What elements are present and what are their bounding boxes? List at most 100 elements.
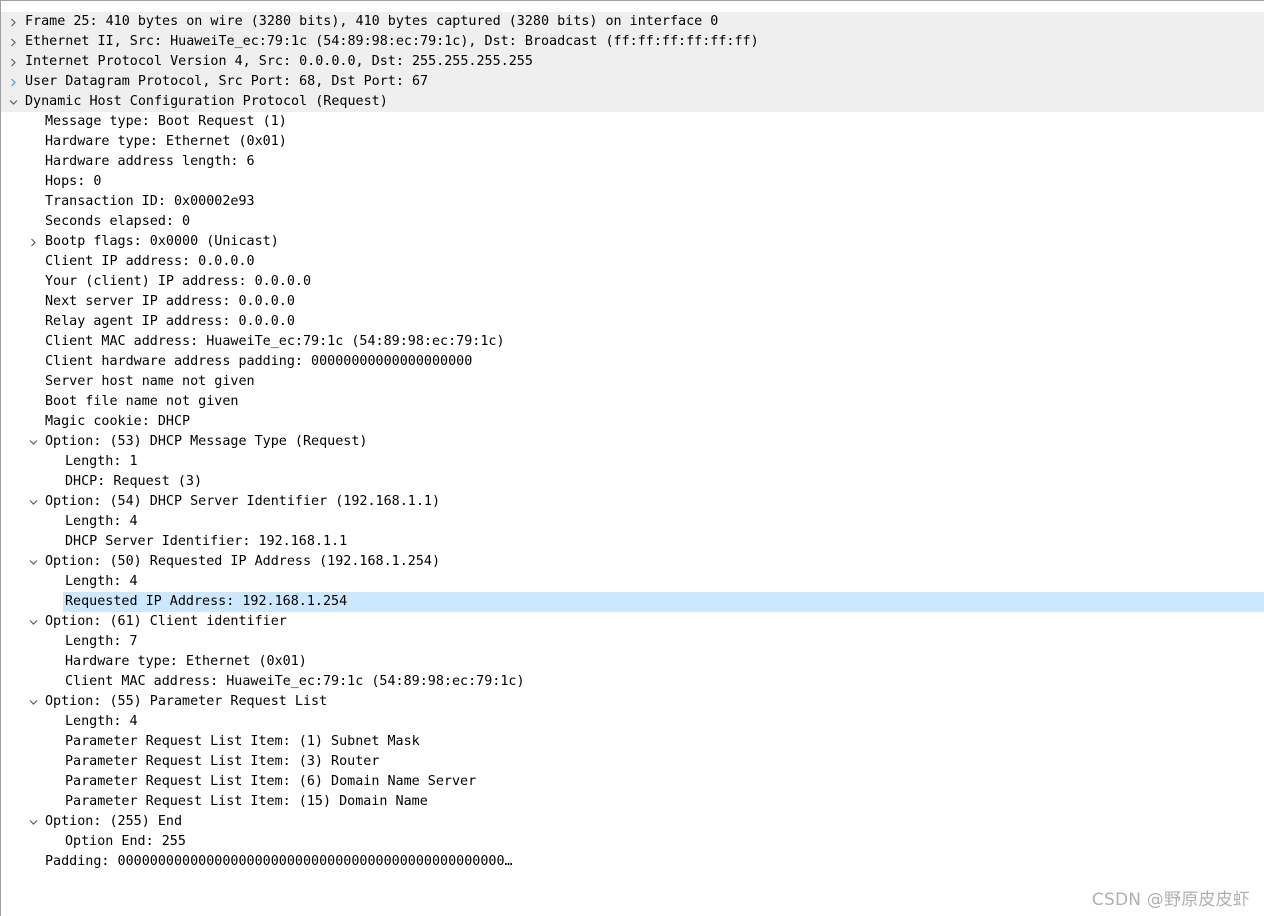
tree-row-label: Client MAC address: HuaweiTe_ec:79:1c (5… (45, 334, 505, 349)
tree-row-label: Padding: 0000000000000000000000000000000… (45, 854, 513, 869)
tree-row[interactable]: Hops: 0 (1, 172, 1264, 192)
tree-row[interactable]: DHCP Server Identifier: 192.168.1.1 (1, 532, 1264, 552)
tree-row[interactable]: Client hardware address padding: 0000000… (1, 352, 1264, 372)
chevron-right-icon[interactable] (6, 12, 20, 32)
tree-row-label: Length: 4 (65, 514, 138, 529)
tree-row-label: Length: 4 (65, 714, 138, 729)
chevron-down-icon[interactable] (6, 92, 20, 112)
tree-row-label: Parameter Request List Item: (6) Domain … (65, 774, 477, 789)
chevron-right-icon[interactable] (6, 32, 20, 52)
chevron-down-icon[interactable] (26, 492, 40, 512)
tree-row-label: Boot file name not given (45, 394, 239, 409)
tree-row[interactable]: Option End: 255 (1, 832, 1264, 852)
protocol-header-row[interactable]: Dynamic Host Configuration Protocol (Req… (1, 92, 1264, 112)
chevron-down-icon[interactable] (26, 552, 40, 572)
chevron-right-icon[interactable] (26, 232, 40, 252)
tree-row-label: Parameter Request List Item: (1) Subnet … (65, 734, 420, 749)
tree-row[interactable]: Magic cookie: DHCP (1, 412, 1264, 432)
tree-row[interactable]: Length: 4 (1, 712, 1264, 732)
tree-row-label: Relay agent IP address: 0.0.0.0 (45, 314, 295, 329)
protocol-header-row[interactable]: User Datagram Protocol, Src Port: 68, Ds… (1, 72, 1264, 92)
tree-row-label: Length: 4 (65, 574, 138, 589)
tree-row-label: Hardware type: Ethernet (0x01) (65, 654, 307, 669)
tree-row-label: Option: (55) Parameter Request List (45, 694, 328, 709)
tree-row[interactable]: Parameter Request List Item: (15) Domain… (1, 792, 1264, 812)
protocol-header-row[interactable]: Ethernet II, Src: HuaweiTe_ec:79:1c (54:… (1, 32, 1264, 52)
tree-row[interactable]: Option: (50) Requested IP Address (192.1… (1, 552, 1264, 572)
tree-row-label: DHCP: Request (3) (65, 474, 203, 489)
tree-row-label: Parameter Request List Item: (3) Router (65, 754, 380, 769)
tree-row-label: Hardware address length: 6 (45, 154, 255, 169)
tree-row-label: Hops: 0 (45, 174, 102, 189)
tree-row[interactable]: Your (client) IP address: 0.0.0.0 (1, 272, 1264, 292)
tree-row-label: Option: (61) Client identifier (45, 614, 287, 629)
protocol-header-row[interactable]: Frame 25: 410 bytes on wire (3280 bits),… (1, 12, 1264, 32)
watermark: CSDN @野原皮皮虾 (1091, 890, 1250, 910)
tree-row-label: Transaction ID: 0x00002e93 (45, 194, 255, 209)
tree-row-selected[interactable]: Requested IP Address: 192.168.1.254 (1, 592, 1264, 612)
protocol-header-row[interactable]: Internet Protocol Version 4, Src: 0.0.0.… (1, 52, 1264, 72)
packet-details-pane[interactable]: Frame 25: 410 bytes on wire (3280 bits),… (0, 0, 1264, 916)
tree-row[interactable]: Parameter Request List Item: (6) Domain … (1, 772, 1264, 792)
tree-row-label: Client IP address: 0.0.0.0 (45, 254, 255, 269)
tree-row[interactable]: Seconds elapsed: 0 (1, 212, 1264, 232)
tree-row[interactable]: Bootp flags: 0x0000 (Unicast) (1, 232, 1264, 252)
tree-row[interactable]: Option: (255) End (1, 812, 1264, 832)
packet-details-tree[interactable]: Frame 25: 410 bytes on wire (3280 bits),… (1, 12, 1264, 872)
tree-row[interactable]: Transaction ID: 0x00002e93 (1, 192, 1264, 212)
tree-row-label: Length: 7 (65, 634, 138, 649)
tree-row-label: Seconds elapsed: 0 (45, 214, 191, 229)
tree-row[interactable]: Message type: Boot Request (1) (1, 112, 1264, 132)
tree-row[interactable]: Hardware type: Ethernet (0x01) (1, 132, 1264, 152)
tree-row-label: Parameter Request List Item: (15) Domain… (65, 794, 428, 809)
tree-row-label: User Datagram Protocol, Src Port: 68, Ds… (25, 74, 429, 89)
chevron-down-icon[interactable] (26, 692, 40, 712)
tree-row-label: Ethernet II, Src: HuaweiTe_ec:79:1c (54:… (25, 34, 759, 49)
tree-row-label: Bootp flags: 0x0000 (Unicast) (45, 234, 279, 249)
tree-row[interactable]: Length: 1 (1, 452, 1264, 472)
tree-row[interactable]: Option: (61) Client identifier (1, 612, 1264, 632)
tree-row-label: Requested IP Address: 192.168.1.254 (65, 594, 348, 609)
tree-row[interactable]: Length: 7 (1, 632, 1264, 652)
tree-row[interactable]: Next server IP address: 0.0.0.0 (1, 292, 1264, 312)
tree-row[interactable]: DHCP: Request (3) (1, 472, 1264, 492)
tree-row-label: Frame 25: 410 bytes on wire (3280 bits),… (25, 14, 719, 29)
tree-row[interactable]: Option: (55) Parameter Request List (1, 692, 1264, 712)
tree-row-label: Option End: 255 (65, 834, 186, 849)
tree-row[interactable]: Hardware type: Ethernet (0x01) (1, 652, 1264, 672)
tree-row-label: Magic cookie: DHCP (45, 414, 191, 429)
tree-row-label: DHCP Server Identifier: 192.168.1.1 (65, 534, 348, 549)
tree-row[interactable]: Server host name not given (1, 372, 1264, 392)
tree-row[interactable]: Boot file name not given (1, 392, 1264, 412)
tree-row[interactable]: Relay agent IP address: 0.0.0.0 (1, 312, 1264, 332)
tree-row-label: Dynamic Host Configuration Protocol (Req… (25, 94, 388, 109)
chevron-down-icon[interactable] (26, 432, 40, 452)
tree-row-label: Message type: Boot Request (1) (45, 114, 287, 129)
tree-row-label: Option: (255) End (45, 814, 183, 829)
tree-row[interactable]: Client MAC address: HuaweiTe_ec:79:1c (5… (1, 672, 1264, 692)
tree-row[interactable]: Client IP address: 0.0.0.0 (1, 252, 1264, 272)
tree-row-label: Hardware type: Ethernet (0x01) (45, 134, 287, 149)
tree-row-label: Server host name not given (45, 374, 255, 389)
tree-row[interactable]: Hardware address length: 6 (1, 152, 1264, 172)
tree-row-label: Length: 1 (65, 454, 138, 469)
tree-row-label: Next server IP address: 0.0.0.0 (45, 294, 295, 309)
chevron-right-icon[interactable] (6, 52, 20, 72)
tree-row[interactable]: Length: 4 (1, 572, 1264, 592)
chevron-right-icon[interactable] (6, 72, 20, 92)
tree-row[interactable]: Length: 4 (1, 512, 1264, 532)
tree-row[interactable]: Client MAC address: HuaweiTe_ec:79:1c (5… (1, 332, 1264, 352)
tree-row-label: Internet Protocol Version 4, Src: 0.0.0.… (25, 54, 533, 69)
tree-row[interactable]: Option: (54) DHCP Server Identifier (192… (1, 492, 1264, 512)
tree-row[interactable]: Padding: 0000000000000000000000000000000… (1, 852, 1264, 872)
chevron-down-icon[interactable] (26, 812, 40, 832)
tree-row-label: Client hardware address padding: 0000000… (45, 354, 473, 369)
tree-row[interactable]: Parameter Request List Item: (1) Subnet … (1, 732, 1264, 752)
tree-row[interactable]: Parameter Request List Item: (3) Router (1, 752, 1264, 772)
tree-row-label: Client MAC address: HuaweiTe_ec:79:1c (5… (65, 674, 525, 689)
chevron-down-icon[interactable] (26, 612, 40, 632)
tree-row-label: Option: (54) DHCP Server Identifier (192… (45, 494, 441, 509)
tree-row-label: Option: (53) DHCP Message Type (Request) (45, 434, 368, 449)
tree-row[interactable]: Option: (53) DHCP Message Type (Request) (1, 432, 1264, 452)
tree-row-label: Your (client) IP address: 0.0.0.0 (45, 274, 312, 289)
